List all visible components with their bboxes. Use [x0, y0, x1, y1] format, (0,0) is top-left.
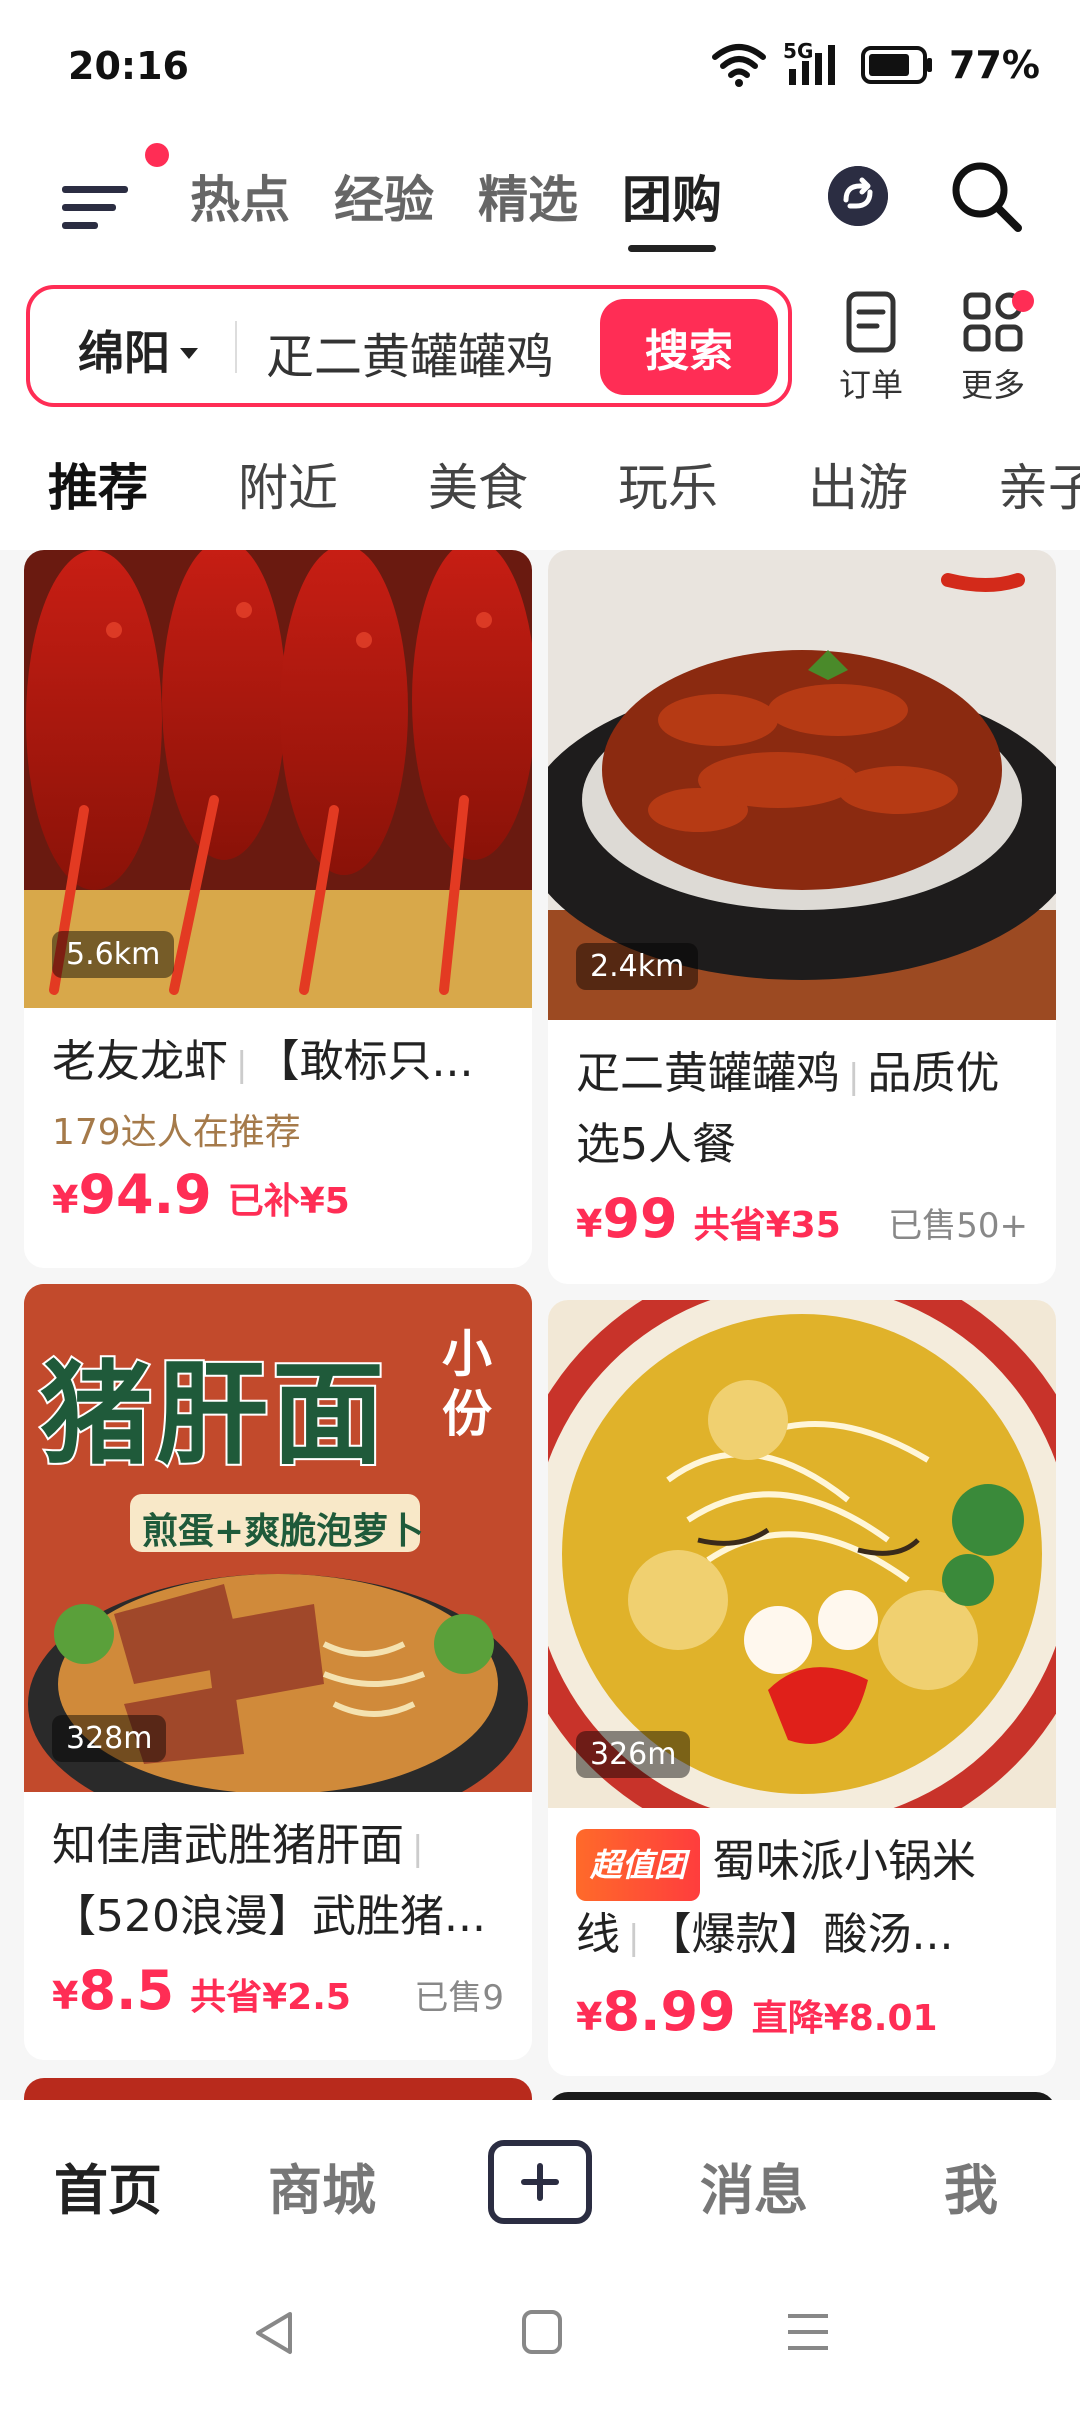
search-icon[interactable] [948, 158, 1024, 234]
deal-card[interactable]: 326m 超值团 蜀味派小锅米线 | 【爆款】酸汤... ¥8.99 直降¥8.01 [548, 1300, 1056, 2076]
deal-title: 知佳唐武胜猪肝面 |【520浪漫】武胜猪... [52, 1820, 486, 1942]
image-size-tag: 小份 [442, 1325, 492, 1443]
deal-card-partial[interactable] [548, 2092, 1056, 2100]
tab-featured[interactable]: 精选 [478, 160, 578, 252]
value-deal-badge: 超值团 [576, 1829, 701, 1901]
discount-label: 直降¥8.01 [751, 1998, 938, 2039]
deal-name: 【爆款】酸汤... [647, 1909, 954, 1960]
price: ¥99 [576, 1187, 678, 1250]
nav-mall[interactable]: 商城 [268, 2146, 376, 2225]
category-fun[interactable]: 玩乐 [618, 448, 718, 538]
deal-card[interactable]: 5.6km 老友龙虾 | 【敢标只... 179达人在推荐 ¥94.9 已补¥5 [24, 550, 532, 1268]
deal-title: 疋二黄罐罐鸡 | 品质优选5人餐 [576, 1048, 1000, 1170]
price-row: ¥94.9 已补¥5 [52, 1163, 504, 1226]
plus-icon [521, 2163, 559, 2201]
price-row: ¥8.5 共省¥2.5 已售9 [52, 1959, 504, 2022]
image-subtitle: 煎蛋+爽脆泡萝卜 [142, 1511, 425, 1552]
home-icon[interactable] [520, 2308, 564, 2356]
search-input[interactable]: 疋二黄罐罐鸡 [266, 317, 554, 387]
deal-image-crayfish: 5.6km [24, 550, 532, 1008]
wifi-icon [712, 44, 767, 87]
distance-badge: 326m [576, 1731, 691, 1778]
search-button[interactable]: 搜索 [600, 299, 778, 395]
deal-card-partial[interactable] [24, 2078, 532, 2100]
deal-image-rice-noodle: 326m [548, 1300, 1056, 1854]
shop-name: 老友龙虾 [52, 1036, 228, 1087]
notification-dot [145, 143, 169, 167]
menu-icon[interactable] [60, 162, 140, 242]
order-button[interactable]: 订单 [816, 290, 926, 406]
distance-badge: 2.4km [576, 943, 699, 990]
shop-name: 知佳唐武胜猪肝面 [52, 1820, 404, 1871]
status-icons: 5G 77% [711, 39, 1040, 90]
tab-group-buy[interactable]: 团购 [622, 160, 722, 252]
signal-icon: 5G [783, 39, 845, 87]
deal-name: 【敢标只... [255, 1036, 474, 1087]
distance-badge: 328m [52, 1715, 167, 1762]
deal-card[interactable]: 2.4km 疋二黄罐罐鸡 | 品质优选5人餐 ¥99 共省¥35 已售50+ [548, 550, 1056, 1284]
order-icon [846, 291, 896, 353]
more-label: 更多 [960, 366, 1025, 404]
deal-card[interactable]: 猪肝面 小份 煎蛋+爽脆泡萝卜 328m 知佳唐武胜猪肝面 |【520浪漫】武胜猪… [24, 1284, 532, 2060]
image-title: 猪肝面 [38, 1348, 388, 1482]
recent-apps-icon[interactable] [784, 2310, 832, 2354]
order-label: 订单 [838, 366, 903, 404]
city-label: 绵阳 [78, 326, 170, 380]
category-recommend[interactable]: 推荐 [48, 448, 148, 538]
recommend-tagline: 179达人在推荐 [52, 1112, 301, 1153]
tab-experience[interactable]: 经验 [334, 160, 434, 252]
category-tabs: 推荐 附近 美食 玩乐 出游 亲子 [48, 448, 1080, 538]
nav-home[interactable]: 首页 [54, 2146, 162, 2225]
price-row: ¥99 共省¥35 已售50+ [576, 1187, 1028, 1250]
deal-title: 超值团 蜀味派小锅米线 | 【爆款】酸汤... [576, 1828, 1028, 1972]
discount-label: 已补¥5 [227, 1181, 350, 1222]
more-notification-dot [1012, 290, 1034, 312]
battery-percent: 77% [949, 43, 1040, 87]
deal-title: 老友龙虾 | 【敢标只... [52, 1036, 474, 1087]
price-row: ¥8.99 直降¥8.01 [576, 1980, 1028, 2043]
status-time: 20:16 [68, 44, 189, 88]
nav-messages[interactable]: 消息 [700, 2146, 808, 2225]
price: ¥8.5 [52, 1959, 175, 2022]
category-travel[interactable]: 出游 [808, 448, 908, 538]
deal-image-noodles: 猪肝面 小份 煎蛋+爽脆泡萝卜 328m [24, 1284, 532, 1792]
top-tabs: 热点 经验 精选 团购 [190, 160, 722, 252]
status-bar: 20:16 5G 77% [0, 0, 1080, 140]
shop-name: 疋二黄罐罐鸡 [576, 1048, 840, 1099]
system-nav-bar [0, 2270, 1080, 2412]
discount-label: 共省¥35 [693, 1205, 841, 1246]
search-bar[interactable]: 绵阳 疋二黄罐罐鸡 搜索 [26, 285, 792, 407]
city-selector[interactable]: 绵阳 [78, 317, 198, 383]
deal-name: 【520浪漫】武胜猪... [52, 1891, 486, 1942]
battery-icon [861, 46, 933, 84]
sold-count: 已售9 [414, 1978, 504, 2018]
deal-feed[interactable]: 5.6km 老友龙虾|【敢标只... 179达人在推荐 ¥94.9 已补¥5 [0, 550, 1080, 2100]
search-divider [235, 321, 237, 373]
refresh-icon[interactable] [828, 166, 888, 226]
category-food[interactable]: 美食 [428, 448, 528, 538]
bottom-nav: 首页 商城 消息 我 [0, 2100, 1080, 2270]
post-button[interactable] [488, 2140, 592, 2224]
deal-image-chicken: 2.4km [548, 550, 1056, 1020]
category-family[interactable]: 亲子 [998, 448, 1080, 538]
category-nearby[interactable]: 附近 [238, 448, 338, 538]
price: ¥8.99 [576, 1980, 736, 2043]
price: ¥94.9 [52, 1163, 212, 1226]
chevron-down-icon [180, 347, 198, 359]
tab-hotspot[interactable]: 热点 [190, 160, 290, 252]
back-icon[interactable] [250, 2308, 300, 2358]
distance-badge: 5.6km [52, 931, 175, 978]
nav-me[interactable]: 我 [944, 2146, 998, 2225]
sold-count: 已售50+ [888, 1206, 1028, 1246]
discount-label: 共省¥2.5 [190, 1977, 351, 2018]
